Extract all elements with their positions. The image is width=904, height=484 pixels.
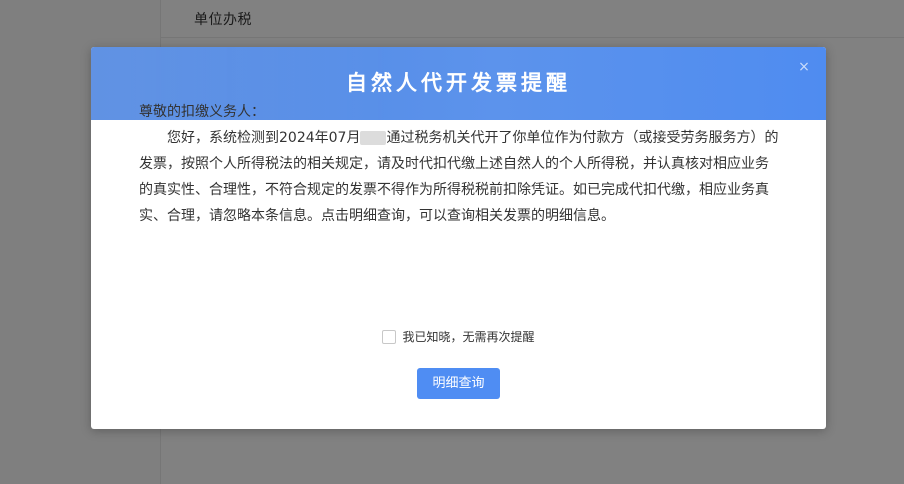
dismiss-checkbox[interactable] xyxy=(382,329,397,344)
dismiss-reminder-row: 我已知晓，无需再次提醒 xyxy=(91,328,826,346)
invoice-reminder-dialog: 自然人代开发票提醒 × 尊敬的扣缴义务人： 您好，系统检测到2024年07月 通过… xyxy=(91,47,826,429)
dismiss-checkbox-label[interactable]: 我已知晓，无需再次提醒 xyxy=(402,330,534,344)
redacted-date xyxy=(360,131,387,145)
detail-query-button[interactable]: 明细查询 xyxy=(417,368,500,399)
message-text-part1: 您好，系统检测到2024年07月 xyxy=(167,130,361,146)
salutation-text: 尊敬的扣缴义务人： xyxy=(139,104,265,120)
header-divider xyxy=(161,37,904,38)
close-icon[interactable]: × xyxy=(796,59,812,75)
dialog-body: 尊敬的扣缴义务人： 您好，系统检测到2024年07月 通过税务机关代开了你单位作为… xyxy=(139,99,779,229)
page-header-title: 单位办税 xyxy=(194,12,252,28)
reminder-message: 您好，系统检测到2024年07月 通过税务机关代开了你单位作为付款方（或接受劳务服… xyxy=(139,125,779,229)
